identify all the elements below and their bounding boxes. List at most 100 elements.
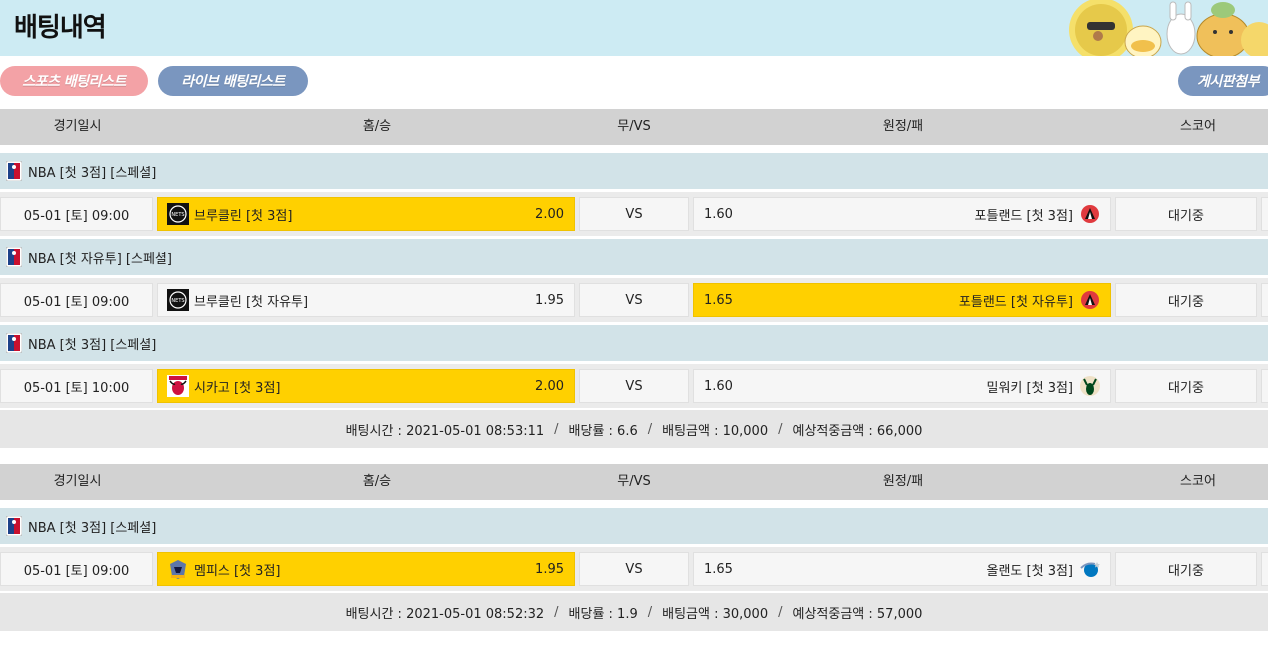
row-edge xyxy=(1261,369,1268,403)
away-team-name: 올랜도 [첫 3점] xyxy=(986,563,1073,579)
home-bet-option[interactable]: NETS 브루클린 [첫 3점] 2.00 xyxy=(157,197,575,231)
bet-time: 배팅시간 : 2021-05-01 08:52:32 xyxy=(345,606,545,622)
character-illustration xyxy=(1063,0,1268,56)
score-status: 대기중 xyxy=(1115,369,1257,403)
svg-text:NETS: NETS xyxy=(171,212,184,218)
away-odds: 1.65 xyxy=(704,292,733,308)
bet-amount: 배팅금액 : 30,000 xyxy=(662,606,769,622)
grizzlies-icon xyxy=(167,558,189,580)
table-header: 경기일시 홈/승 무/VS 원정/패 스코어 xyxy=(0,464,1268,500)
away-odds: 1.60 xyxy=(704,378,733,394)
column-date: 경기일시 xyxy=(53,119,102,134)
row-edge xyxy=(1261,283,1268,317)
column-date: 경기일시 xyxy=(53,474,102,489)
column-away: 원정/패 xyxy=(882,474,924,489)
game-date: 05-01 [토] 10:00 xyxy=(0,369,153,403)
column-score: 스코어 xyxy=(1180,474,1216,489)
away-team-name: 밀워키 [첫 3점] xyxy=(986,380,1073,396)
nba-logo-icon xyxy=(5,246,23,268)
home-odds: 2.00 xyxy=(535,378,564,394)
column-home: 홈/승 xyxy=(362,474,392,489)
away-odds: 1.60 xyxy=(704,206,733,222)
column-draw: 무/VS xyxy=(617,474,651,489)
bet-time: 배팅시간 : 2021-05-01 08:53:11 xyxy=(345,423,545,439)
game-date: 05-01 [토] 09:00 xyxy=(0,552,153,586)
game-row: 05-01 [토] 10:00 시카고 [첫 3점] 2.00 VS 1.60 … xyxy=(0,364,1268,408)
nba-logo-icon xyxy=(5,332,23,354)
row-edge xyxy=(1261,197,1268,231)
separator: / xyxy=(778,604,783,620)
draw-vs-option[interactable]: VS xyxy=(579,283,689,317)
tab-live-betting-list[interactable]: 라이브 배팅리스트 xyxy=(158,66,308,96)
home-bet-option[interactable]: NETS 브루클린 [첫 자유투] 1.95 xyxy=(157,283,575,317)
bet-summary: 배팅시간 : 2021-05-01 08:53:11 / 배당률 : 6.6 /… xyxy=(0,410,1268,448)
nets-icon: NETS xyxy=(167,203,189,225)
league-row: NBA [첫 3점] [스페셜] xyxy=(0,325,1268,361)
away-team-name: 포틀랜드 [첫 자유투] xyxy=(958,294,1073,310)
page-title: 배팅내역 xyxy=(14,13,107,43)
svg-text:NETS: NETS xyxy=(171,298,184,304)
away-bet-option[interactable]: 1.65 포틀랜드 [첫 자유투] xyxy=(693,283,1111,317)
draw-vs-option[interactable]: VS xyxy=(579,552,689,586)
home-team-name: 멤피스 [첫 3점] xyxy=(194,563,281,579)
page-header: 배팅내역 xyxy=(0,0,1268,56)
separator: / xyxy=(647,421,653,437)
home-team-name: 브루클린 [첫 3점] xyxy=(194,208,293,224)
separator: / xyxy=(554,604,559,620)
tab-sports-betting-list[interactable]: 스포츠 배팅리스트 xyxy=(0,66,148,96)
bucks-icon xyxy=(1079,375,1101,397)
bulls-icon xyxy=(167,375,189,397)
separator: / xyxy=(647,604,653,620)
league-name: NBA [첫 자유투] [스페셜] xyxy=(28,251,172,267)
game-row: 05-01 [토] 09:00 NETS 브루클린 [첫 자유투] 1.95 V… xyxy=(0,278,1268,322)
away-bet-option[interactable]: 1.60 포틀랜드 [첫 3점] xyxy=(693,197,1111,231)
blazers-icon xyxy=(1079,203,1101,225)
column-score: 스코어 xyxy=(1180,119,1216,134)
game-row: 05-01 [토] 09:00 멤피스 [첫 3점] 1.95 VS 1.65 … xyxy=(0,547,1268,591)
magic-icon xyxy=(1079,558,1101,580)
draw-vs-option[interactable]: VS xyxy=(579,369,689,403)
league-name: NBA [첫 3점] [스페셜] xyxy=(28,520,157,536)
away-bet-option[interactable]: 1.60 밀워키 [첫 3점] xyxy=(693,369,1111,403)
bet-odds: 배당률 : 6.6 xyxy=(568,423,638,439)
home-team-name: 시카고 [첫 3점] xyxy=(194,380,281,396)
bet-summary: 배팅시간 : 2021-05-01 08:52:32 / 배당률 : 1.9 /… xyxy=(0,593,1268,631)
separator: / xyxy=(778,421,783,437)
away-team-name: 포틀랜드 [첫 3점] xyxy=(974,208,1073,224)
separator: / xyxy=(554,421,559,437)
score-status: 대기중 xyxy=(1115,283,1257,317)
nba-logo-icon xyxy=(5,515,23,537)
attach-to-board-button[interactable]: 게시판첨부 xyxy=(1178,66,1268,96)
game-date: 05-01 [토] 09:00 xyxy=(0,283,153,317)
expected-payout: 예상적중금액 : 66,000 xyxy=(792,423,923,439)
league-row: NBA [첫 3점] [스페셜] xyxy=(0,153,1268,189)
home-team-name: 브루클린 [첫 자유투] xyxy=(194,294,309,310)
column-home: 홈/승 xyxy=(362,119,392,134)
league-name: NBA [첫 3점] [스페셜] xyxy=(28,337,157,353)
home-odds: 2.00 xyxy=(535,206,564,222)
league-row: NBA [첫 자유투] [스페셜] xyxy=(0,239,1268,275)
score-status: 대기중 xyxy=(1115,197,1257,231)
column-away: 원정/패 xyxy=(882,119,924,134)
league-name: NBA [첫 3점] [스페셜] xyxy=(28,165,157,181)
game-date: 05-01 [토] 09:00 xyxy=(0,197,153,231)
home-odds: 1.95 xyxy=(535,292,564,308)
blazers-icon xyxy=(1079,289,1101,311)
bet-amount: 배팅금액 : 10,000 xyxy=(662,423,769,439)
home-bet-option[interactable]: 시카고 [첫 3점] 2.00 xyxy=(157,369,575,403)
away-odds: 1.65 xyxy=(704,561,733,577)
home-odds: 1.95 xyxy=(535,561,564,577)
away-bet-option[interactable]: 1.65 올랜도 [첫 3점] xyxy=(693,552,1111,586)
home-bet-option[interactable]: 멤피스 [첫 3점] 1.95 xyxy=(157,552,575,586)
expected-payout: 예상적중금액 : 57,000 xyxy=(792,606,923,622)
nba-logo-icon xyxy=(5,160,23,182)
table-header: 경기일시 홈/승 무/VS 원정/패 스코어 xyxy=(0,109,1268,145)
row-edge xyxy=(1261,552,1268,586)
bet-odds: 배당률 : 1.9 xyxy=(568,606,638,622)
score-status: 대기중 xyxy=(1115,552,1257,586)
draw-vs-option[interactable]: VS xyxy=(579,197,689,231)
league-row: NBA [첫 3점] [스페셜] xyxy=(0,508,1268,544)
game-row: 05-01 [토] 09:00 NETS 브루클린 [첫 3점] 2.00 VS… xyxy=(0,192,1268,236)
column-draw: 무/VS xyxy=(617,119,651,134)
nets-icon: NETS xyxy=(167,289,189,311)
